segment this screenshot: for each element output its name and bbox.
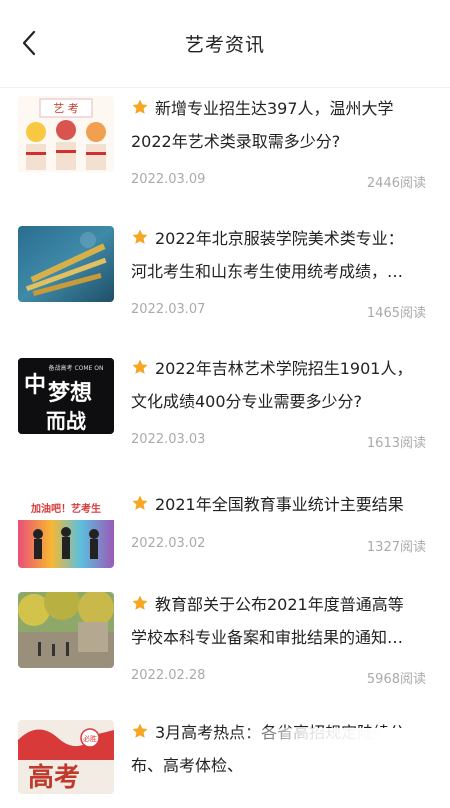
thumb-label-2: 而战: [46, 409, 86, 433]
thumb-small-label: 必胜: [83, 734, 97, 743]
article-thumbnail: 备战高考 COME ON 中 梦想 而战: [18, 358, 114, 434]
list-item[interactable]: 必胜 高考 3月高考热点：各省高招规定陆续公 布、高考体检、: [0, 712, 450, 808]
article-thumbnail: 艺 考: [18, 96, 114, 172]
list-item[interactable]: 加油吧！艺考生 2021年全国教育事业统计主要结果 2022.03.02 132…: [0, 484, 450, 584]
article-thumbnail: [18, 226, 114, 302]
headline-line-1: 2022年吉林艺术学院招生1901人，: [155, 359, 413, 378]
thumb-label: 艺 考: [53, 102, 79, 115]
article-thumbnail: 必胜 高考: [18, 720, 114, 794]
article-headline: 3月高考热点：各省高招规定陆续公 布、高考体检、: [131, 716, 430, 782]
headline-line-2: 河北考生和山东考生使用统考成绩，…: [131, 262, 404, 281]
headline-line-1: 2021年全国教育事业统计主要结果: [155, 495, 404, 514]
view-count: 1613阅读: [366, 436, 426, 451]
svg-text:中: 中: [24, 373, 46, 398]
list-item[interactable]: 教育部关于公布2021年度普通高等 学校本科专业备案和审批结果的通知… 2022…: [0, 584, 450, 712]
article-headline: 2022年北京服装学院美术类专业： 河北考生和山东考生使用统考成绩，…: [131, 222, 430, 288]
publish-date: 2022.03.03: [131, 432, 206, 447]
view-count: 2446阅读: [366, 176, 426, 191]
publish-date: 2022.03.07: [131, 302, 206, 317]
publish-date: 2022.03.09: [131, 172, 206, 187]
star-icon: [132, 595, 148, 610]
article-thumbnail: [18, 592, 114, 668]
headline-line-2: 2022年艺术类录取需多少分?: [131, 132, 341, 151]
headline-line-2: 文化成绩400分专业需要多少分?: [131, 392, 363, 411]
article-thumbnail: 加油吧！艺考生: [18, 492, 114, 568]
star-icon: [132, 723, 148, 738]
article-headline: 2021年全国教育事业统计主要结果: [131, 488, 430, 521]
thumb-label: 加油吧！艺考生: [30, 502, 101, 515]
publish-date: 2022.03.02: [131, 536, 206, 551]
article-headline: 教育部关于公布2021年度普通高等 学校本科专业备案和审批结果的通知…: [131, 588, 430, 654]
star-icon: [132, 495, 148, 510]
headline-line-2: 学校本科专业备案和审批结果的通知…: [131, 628, 404, 647]
star-icon: [132, 359, 148, 374]
list-item[interactable]: 艺 考 新增专业招生达397人，温州大学 2022年艺术类录取需多少分? 202…: [0, 88, 450, 218]
article-list: 艺 考 新增专业招生达397人，温州大学 2022年艺术类录取需多少分? 202…: [0, 88, 450, 808]
headline-line-1: 3月高考热点：各省高招规定陆续公: [155, 723, 406, 742]
headline-line-1: 教育部关于公布2021年度普通高等: [155, 595, 404, 614]
page-title: 艺考资讯: [184, 34, 265, 56]
article-headline: 2022年吉林艺术学院招生1901人， 文化成绩400分专业需要多少分?: [131, 352, 430, 418]
star-icon: [132, 229, 148, 244]
thumb-label: 梦想: [48, 380, 92, 406]
view-count: 1327阅读: [366, 540, 426, 555]
view-count: 5968阅读: [366, 672, 426, 687]
view-count: 1465阅读: [366, 306, 426, 321]
headline-line-1: 新增专业招生达397人，温州大学: [155, 99, 394, 118]
publish-date: 2022.02.28: [131, 668, 206, 683]
thumb-label: 高考: [28, 762, 80, 793]
list-item[interactable]: 备战高考 COME ON 中 梦想 而战 2022年吉林艺术学院招生1901人，…: [0, 348, 450, 484]
list-item[interactable]: 2022年北京服装学院美术类专业： 河北考生和山东考生使用统考成绩，… 2022…: [0, 218, 450, 348]
headline-line-2: 布、高考体检、: [131, 756, 244, 775]
thumb-small-label: 备战高考 COME ON: [49, 364, 104, 372]
article-headline: 新增专业招生达397人，温州大学 2022年艺术类录取需多少分?: [131, 92, 430, 158]
headline-line-1: 2022年北京服装学院美术类专业：: [155, 229, 404, 248]
top-bar: 艺考资讯: [0, 0, 450, 88]
star-icon: [132, 99, 148, 114]
